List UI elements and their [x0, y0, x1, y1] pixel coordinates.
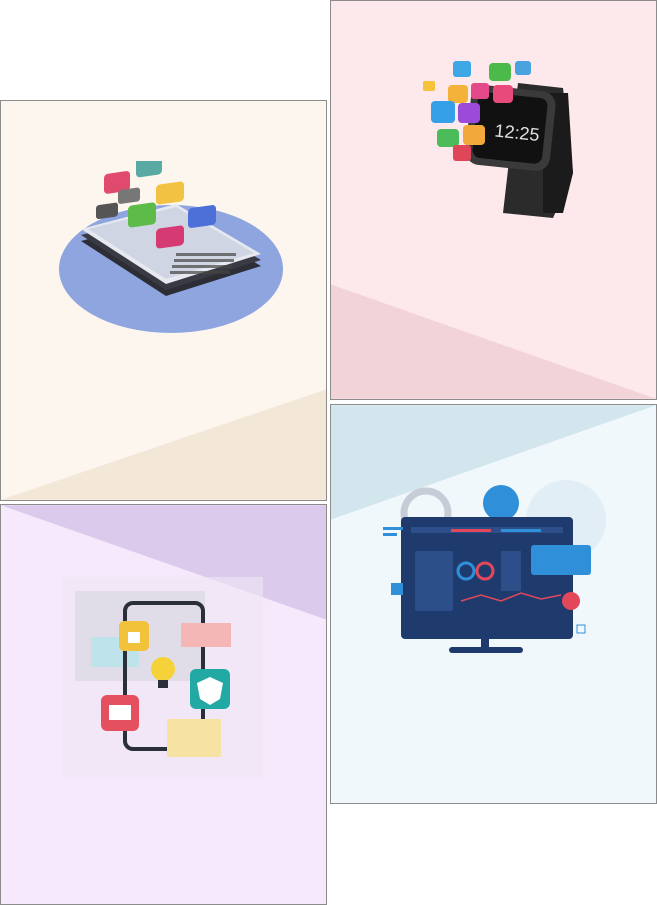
desktop-monitor-dashboard-icon — [383, 480, 606, 653]
smartphone-lightbulb-icon — [63, 577, 263, 777]
card-web-dashboard-development[interactable] — [330, 404, 657, 804]
smartwatch-icon: 12:25 — [423, 61, 573, 218]
card-mobile-app-development[interactable] — [0, 100, 327, 501]
card-smartwatch-apps[interactable]: 12:25 — [330, 0, 657, 400]
card-smartphone-security[interactable] — [0, 504, 327, 905]
stacked-smartphone-app-icons — [59, 161, 283, 333]
